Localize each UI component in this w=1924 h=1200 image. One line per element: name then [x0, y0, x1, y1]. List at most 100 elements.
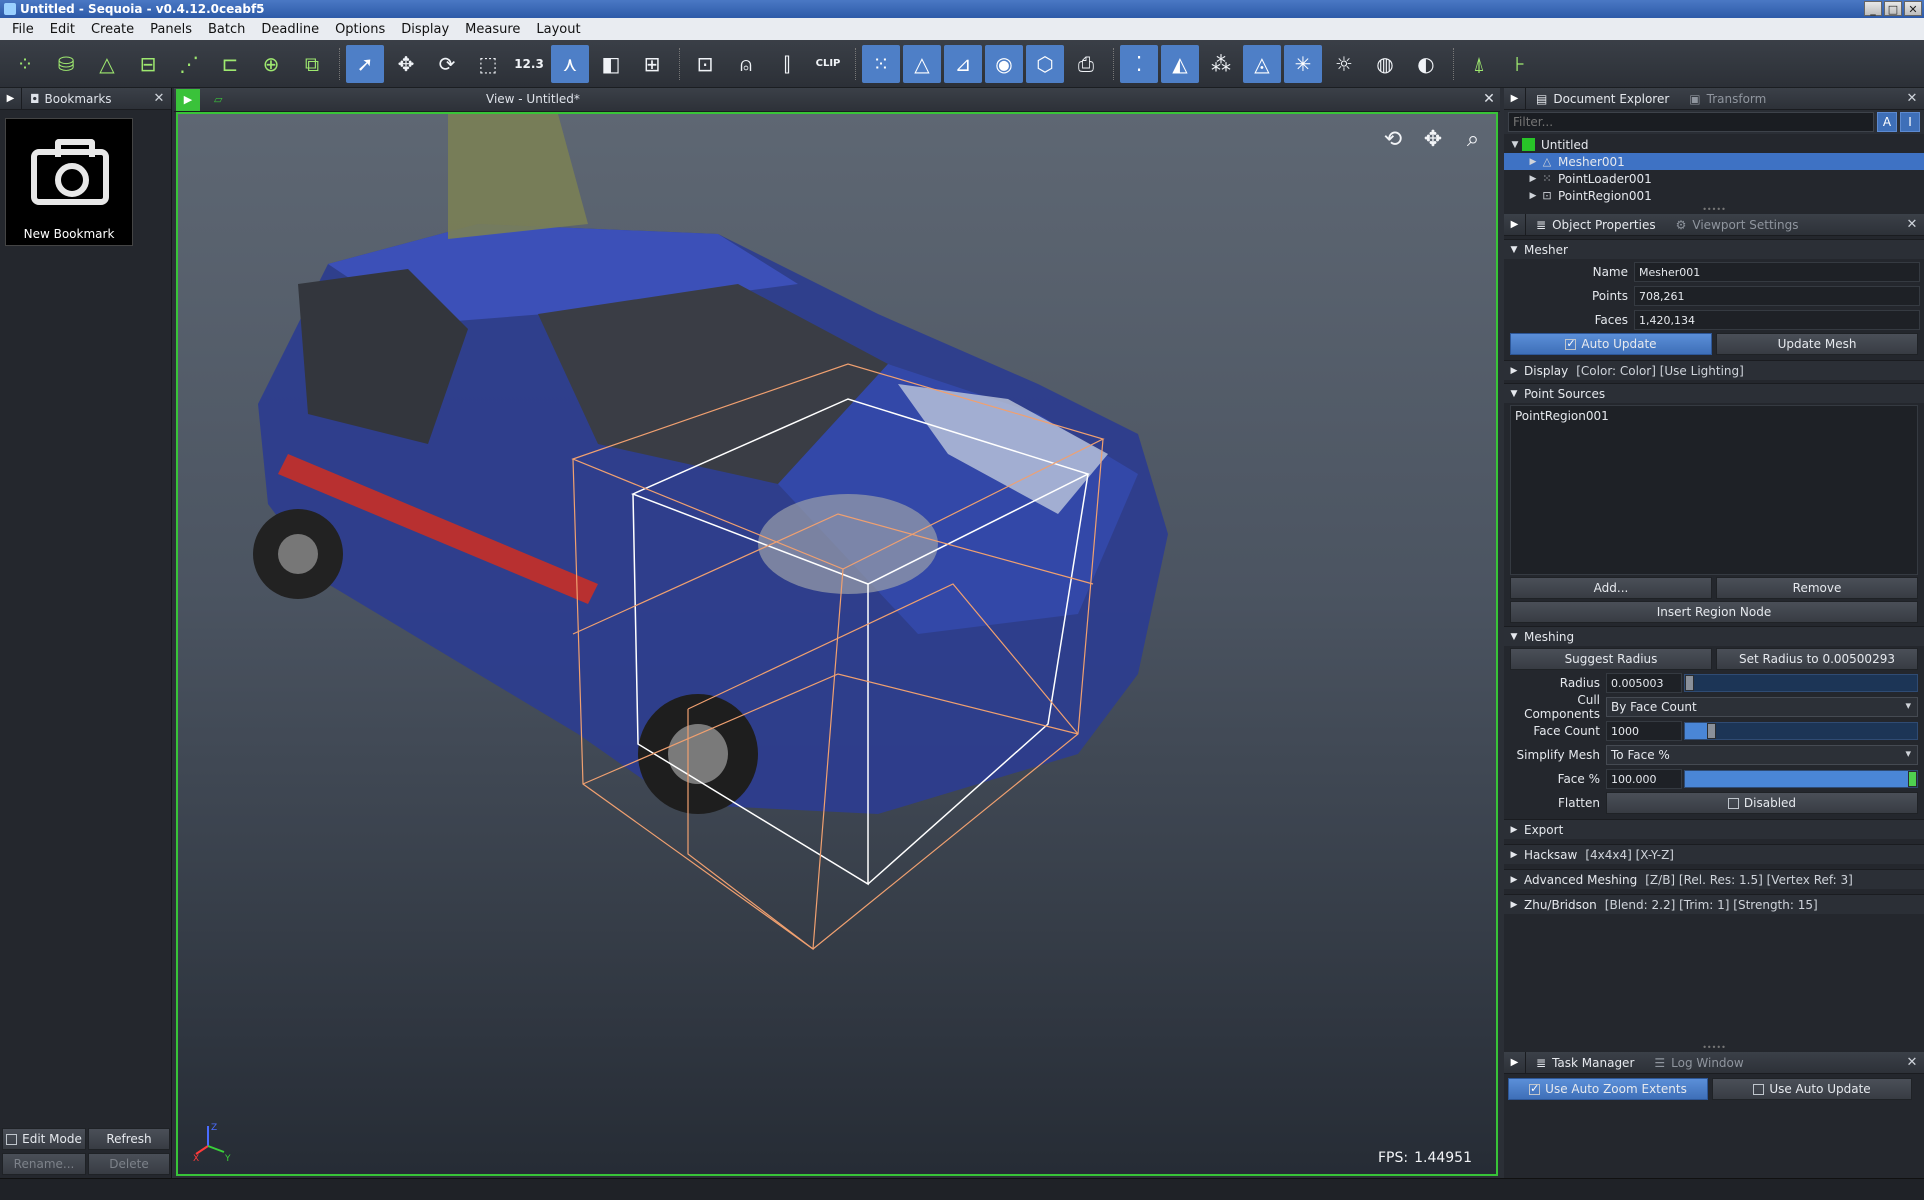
measure-tool-icon[interactable]: 12.3	[510, 45, 548, 83]
update-mesh-button[interactable]: Update Mesh	[1716, 333, 1918, 355]
maximize-button[interactable]: □	[1884, 1, 1902, 16]
close-icon[interactable]: ✕	[1904, 1055, 1920, 1071]
tab-object-properties[interactable]: ≣ Object Properties	[1526, 214, 1666, 236]
tab-transform[interactable]: ▣ Transform	[1679, 88, 1776, 110]
menu-create[interactable]: Create	[83, 22, 142, 37]
cull-components-select[interactable]: By Face Count	[1606, 697, 1918, 717]
list-item[interactable]: PointRegion001	[1515, 409, 1913, 423]
delete-button[interactable]: Delete	[88, 1153, 170, 1175]
camera-rig-icon[interactable]: ⍝	[727, 45, 765, 83]
insert-region-node-button[interactable]: Insert Region Node	[1510, 601, 1918, 623]
panel-play-icon[interactable]: ▶	[1504, 1051, 1526, 1074]
3d-viewport[interactable]: ⟲ ✥ ⌕ Z X Y FPS: 1.44951	[176, 112, 1498, 1176]
add-source-button[interactable]: Add...	[1510, 577, 1712, 599]
auto-zoom-toggle[interactable]: Use Auto Zoom Extents	[1508, 1078, 1708, 1100]
display-section-header[interactable]: ▶ Display [Color: Color] [Use Lighting]	[1504, 360, 1924, 380]
face-count-input[interactable]: 1000	[1606, 721, 1682, 741]
sparkle-display-icon[interactable]: ✳	[1284, 44, 1322, 83]
close-icon[interactable]: ✕	[151, 91, 167, 107]
face-count-slider[interactable]	[1684, 722, 1918, 740]
add-region-icon[interactable]: ⊟	[129, 45, 167, 83]
filter-case-button[interactable]: A	[1877, 112, 1897, 132]
select-tool-icon[interactable]: ➚	[346, 44, 384, 83]
suggest-radius-button[interactable]: Suggest Radius	[1510, 648, 1712, 670]
menu-options[interactable]: Options	[327, 22, 393, 37]
scale-tool-icon[interactable]: ⬚	[469, 45, 507, 83]
close-window-button[interactable]: ✕	[1904, 1, 1922, 16]
face-percent-slider-handle[interactable]	[1908, 771, 1917, 787]
edit-mode-toggle[interactable]: Edit Mode	[2, 1128, 86, 1150]
tree-item-mesher[interactable]: ▶ △ Mesher001	[1504, 153, 1924, 170]
collapse-icon[interactable]: ▶	[1526, 157, 1540, 167]
add-zero-icon[interactable]: ⊦	[1501, 45, 1539, 83]
show-region-icon[interactable]: ⊿	[944, 44, 982, 83]
use-auto-update-toggle[interactable]: Use Auto Update	[1712, 1078, 1912, 1100]
menu-file[interactable]: File	[4, 22, 42, 37]
add-point-loader-icon[interactable]: ⁘	[6, 45, 44, 83]
menu-measure[interactable]: Measure	[457, 22, 528, 37]
tree-item-root[interactable]: ▼ Untitled	[1504, 136, 1924, 153]
tab-log-window[interactable]: ☰ Log Window	[1644, 1052, 1753, 1074]
new-bookmark-card[interactable]: New Bookmark	[5, 118, 133, 246]
name-field[interactable]: Mesher001	[1634, 262, 1920, 282]
tree-item-pointloader[interactable]: ▶ ⁙ PointLoader001	[1504, 170, 1924, 187]
export-section-header[interactable]: ▶ Export	[1504, 819, 1924, 839]
remove-source-button[interactable]: Remove	[1716, 577, 1918, 599]
zoom-icon[interactable]: ⌕	[1458, 124, 1488, 154]
menu-edit[interactable]: Edit	[42, 22, 83, 37]
show-camera-icon[interactable]: ⎙	[1067, 45, 1105, 83]
menu-batch[interactable]: Batch	[200, 22, 253, 37]
add-tree-icon[interactable]: ⍋	[1460, 45, 1498, 83]
face-percent-input[interactable]: 100.000	[1606, 769, 1682, 789]
collapse-icon[interactable]: ▶	[1526, 174, 1540, 184]
globe-icon[interactable]: ◍	[1366, 45, 1404, 83]
radius-input[interactable]: 0.005003	[1606, 673, 1682, 693]
tower-icon[interactable]: ⫿	[768, 45, 806, 83]
advanced-meshing-section-header[interactable]: ▶ Advanced Meshing [Z/B] [Rel. Res: 1.5]…	[1504, 869, 1924, 889]
show-points-icon[interactable]: ⁙	[862, 44, 900, 83]
mesh-display-icon[interactable]: ◭	[1161, 44, 1199, 83]
panel-play-icon[interactable]: ▶	[1504, 87, 1526, 110]
radius-slider[interactable]	[1684, 674, 1918, 692]
mesher-section-header[interactable]: ▼ Mesher	[1504, 239, 1924, 259]
panel-play-icon[interactable]: ▶	[0, 87, 22, 110]
view-play-icon[interactable]: ▶	[176, 88, 200, 111]
scatter-display-icon[interactable]: ⁂	[1202, 45, 1240, 83]
rename-button[interactable]: Rename...	[2, 1153, 86, 1175]
close-icon[interactable]: ✕	[1480, 91, 1498, 109]
add-bucket-icon[interactable]: ⛁	[47, 45, 85, 83]
axis-tool-icon[interactable]: ⋏	[551, 44, 589, 83]
box-view-icon[interactable]: ◧	[592, 45, 630, 83]
hacksaw-section-header[interactable]: ▶ Hacksaw [4x4x4] [X-Y-Z]	[1504, 844, 1924, 864]
bookmarks-title[interactable]: Bookmarks	[45, 92, 112, 106]
add-mesher-icon[interactable]: △	[88, 45, 126, 83]
panel-play-icon[interactable]: ▶	[1504, 213, 1526, 236]
auto-update-toggle[interactable]: Auto Update	[1510, 333, 1712, 355]
add-group-icon[interactable]: ⧉	[293, 45, 331, 83]
tab-task-manager[interactable]: ≣ Task Manager	[1526, 1052, 1644, 1074]
radius-slider-handle[interactable]	[1685, 675, 1694, 691]
point-display-icon[interactable]: ⁚	[1120, 44, 1158, 83]
filter-info-button[interactable]: I	[1900, 112, 1920, 132]
move-tool-icon[interactable]: ✥	[387, 45, 425, 83]
rotate-tool-icon[interactable]: ⟳	[428, 45, 466, 83]
tab-document-explorer[interactable]: ▤ Document Explorer	[1526, 88, 1679, 110]
add-loader-icon[interactable]: ⊏	[211, 45, 249, 83]
face-percent-slider[interactable]	[1684, 770, 1918, 788]
show-group-icon[interactable]: ⬡	[1026, 44, 1064, 83]
wire-display-icon[interactable]: ◬	[1243, 44, 1281, 83]
filter-input[interactable]	[1508, 112, 1874, 132]
add-motion-icon[interactable]: ⊕	[252, 45, 290, 83]
orbit-icon[interactable]: ⟲	[1378, 124, 1408, 154]
menu-panels[interactable]: Panels	[142, 22, 200, 37]
tree-item-pointregion[interactable]: ▶ ⊡ PointRegion001	[1504, 187, 1924, 204]
show-motion-icon[interactable]: ◉	[985, 44, 1023, 83]
menu-deadline[interactable]: Deadline	[253, 22, 327, 37]
close-icon[interactable]: ✕	[1904, 91, 1920, 107]
close-icon[interactable]: ✕	[1904, 217, 1920, 233]
point-sources-section-header[interactable]: ▼ Point Sources	[1504, 383, 1924, 403]
set-radius-button[interactable]: Set Radius to 0.00500293	[1716, 648, 1918, 670]
refresh-button[interactable]: Refresh	[88, 1128, 170, 1150]
zhu-bridson-section-header[interactable]: ▶ Zhu/Bridson [Blend: 2.2] [Trim: 1] [St…	[1504, 894, 1924, 914]
minimize-button[interactable]: _	[1864, 1, 1882, 16]
